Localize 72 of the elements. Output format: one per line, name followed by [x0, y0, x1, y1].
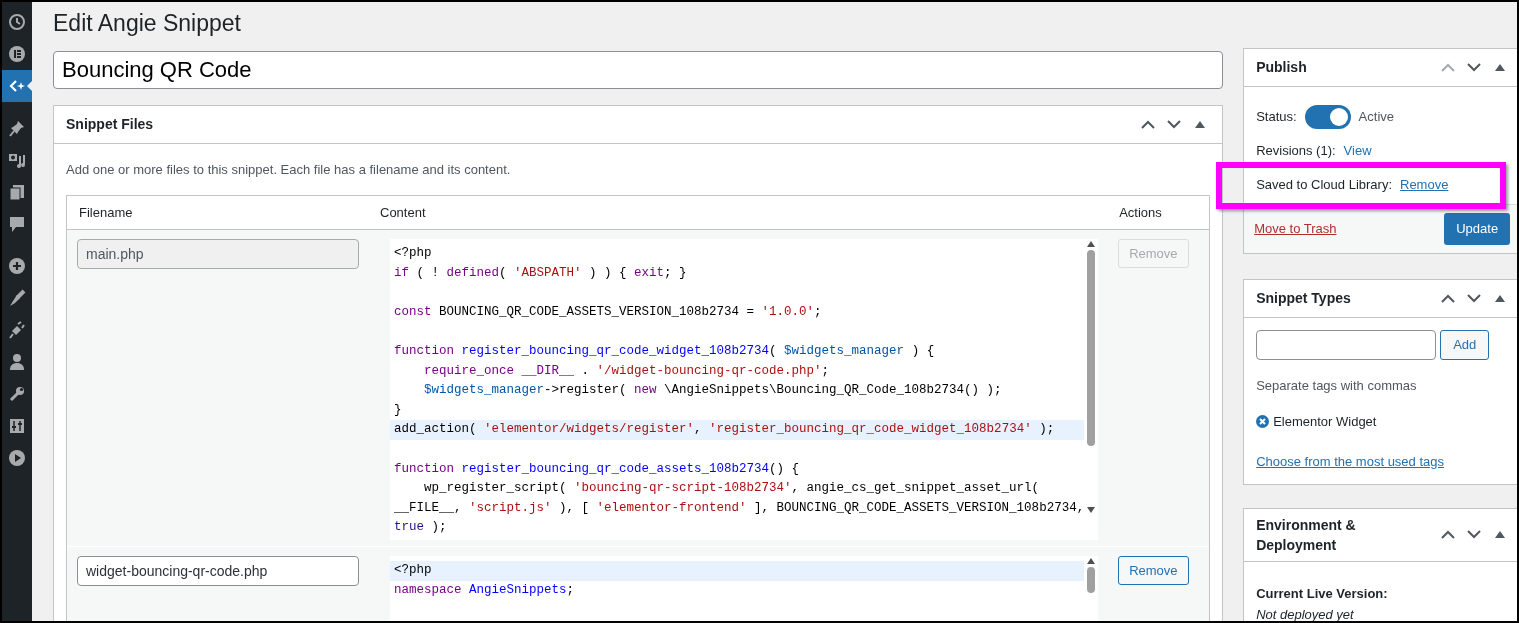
status-toggle[interactable]	[1304, 105, 1351, 129]
live-version-value: Not deployed yet	[1256, 606, 1355, 621]
page-title: Edit Angie Snippet	[53, 10, 242, 38]
code-line: const BOUNCING_QR_CODE_ASSETS_VERSION_108b2734 = '1.0.0';	[393, 303, 823, 321]
plugin-icon	[8, 321, 26, 339]
media-icon	[8, 151, 26, 169]
code-editor[interactable]	[390, 239, 1099, 541]
scroll-up-icon[interactable]	[1087, 558, 1096, 565]
column-header: Actions	[1119, 204, 1162, 220]
pages-icon	[8, 183, 26, 201]
tag-field[interactable]	[1256, 330, 1437, 360]
hint-text: Separate tags with commas	[1256, 377, 1418, 395]
panel-title: Environment & Deployment	[1256, 515, 1357, 555]
chevron-down-icon	[1467, 294, 1482, 303]
chevron-up-icon	[1441, 294, 1456, 303]
chevron-up-icon	[1141, 119, 1156, 129]
code-line: __FILE__, 'script.js' ), [ 'elementor-frontend' ], BOUNCING_QR_CODE_ASSETS_VERSION_108b2734,	[393, 499, 1085, 517]
user-icon	[8, 353, 26, 371]
status-label: Status:	[1256, 108, 1297, 127]
scroll-up-icon[interactable]	[1087, 241, 1096, 248]
remove-tag-icon[interactable]	[1256, 414, 1270, 428]
code-line: <?php	[393, 245, 433, 263]
code-line: $widgets_manager->register( new \AngieSnippets\Bouncing_QR_Code_108b2734() );	[423, 382, 1003, 400]
triangle-up-icon	[1495, 531, 1506, 538]
column-header: Filename	[79, 204, 133, 220]
triangle-up-icon	[1495, 295, 1506, 302]
code-line: }	[393, 401, 403, 419]
status-text: Active	[1358, 108, 1394, 127]
panel-title: Snippet Files	[66, 114, 154, 134]
remove-button[interactable]: Remove	[1118, 556, 1189, 586]
sliders-icon	[8, 417, 26, 435]
trash-link[interactable]: Move to Trash	[1254, 219, 1337, 239]
title-field[interactable]: Bouncing QR Code	[53, 50, 1224, 89]
chevron-up-icon	[1441, 530, 1456, 539]
revisions-label: Revisions (1):	[1256, 142, 1336, 160]
play-icon	[8, 449, 26, 467]
cloud-label: Saved to Cloud Library:	[1256, 175, 1392, 194]
code-line: function register_bouncing_qr_code_assets_108b2734() {	[393, 460, 801, 478]
filename-field[interactable]: widget-bouncing-qr-code.php	[77, 556, 359, 587]
code-editor[interactable]: <?php namespace AngieSnippets;	[390, 556, 1099, 621]
history-icon	[8, 13, 26, 31]
triangle-up-icon	[1195, 120, 1206, 128]
panel-description: Add one or more files to this snippet. Each file has a filename and its content.	[65, 160, 512, 179]
code-line: true );	[393, 519, 448, 537]
scroll-down-icon[interactable]	[1087, 507, 1096, 514]
sidebar-item[interactable]	[2, 70, 32, 102]
column-header: Content	[380, 204, 426, 220]
list-icon	[8, 45, 26, 63]
code-line: wp_register_script( 'bouncing-qr-script-108b2734', angie_cs_get_snippet_asset_url(	[423, 480, 1041, 498]
wrench-icon	[8, 385, 26, 403]
update-button[interactable]: Update	[1444, 213, 1511, 245]
code-line: namespace AngieSnippets;	[393, 581, 576, 599]
comment-icon	[8, 215, 26, 233]
view-link[interactable]: View	[1343, 141, 1372, 161]
most-used-tags-link[interactable]: Choose from the most used tags	[1256, 452, 1444, 472]
panel-title: Snippet Types	[1256, 289, 1351, 308]
chevron-up-icon	[1441, 63, 1456, 72]
remove-link[interactable]: Remove	[1400, 174, 1449, 194]
add-button[interactable]: Add	[1440, 330, 1490, 360]
tag-label: Elementor Widget	[1273, 412, 1377, 431]
code-line: function register_bouncing_qr_code_widget_108b2734( $widgets_manager ) {	[393, 343, 936, 361]
chevron-down-icon	[1167, 119, 1182, 129]
panel-title: Publish	[1256, 58, 1307, 77]
triangle-up-icon	[1495, 64, 1506, 71]
plus-icon	[8, 257, 26, 275]
code-line: if ( ! defined( 'ABSPATH' ) ) { exit; }	[393, 264, 688, 282]
brush-icon	[8, 289, 26, 307]
chevron-down-icon	[1467, 530, 1482, 539]
pin-icon	[8, 119, 26, 137]
live-version-label: Current Live Version:	[1256, 584, 1389, 603]
code-line: require_once __DIR__ . '/widget-bouncing-qr-code.php';	[423, 362, 831, 380]
chevron-down-icon	[1467, 63, 1482, 72]
